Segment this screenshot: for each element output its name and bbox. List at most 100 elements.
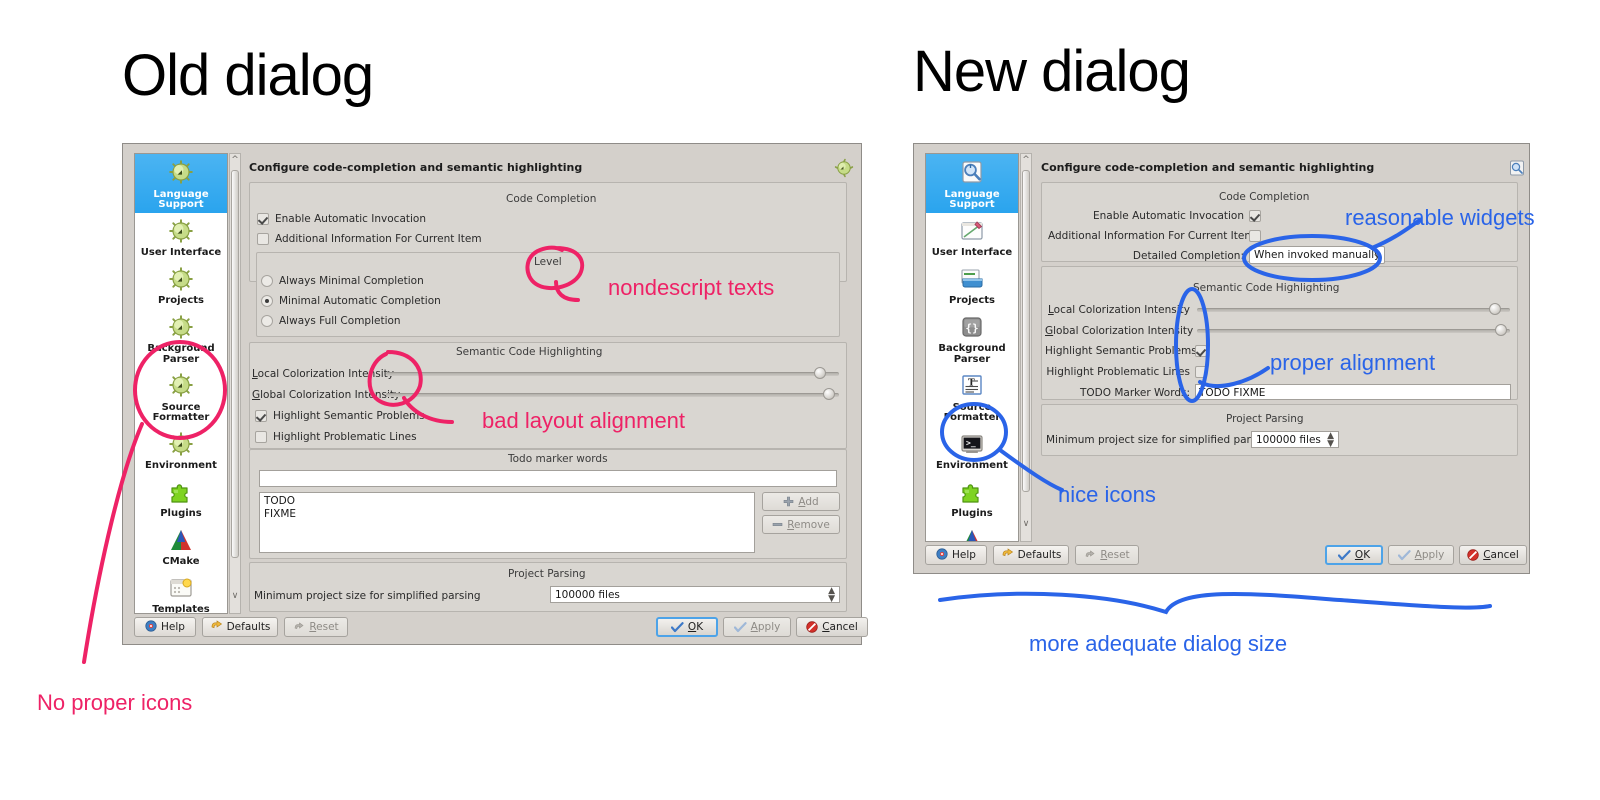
old-enable-automatic-invocation-label: Enable Automatic Invocation xyxy=(275,213,426,225)
old-radio-minimal-automatic[interactable] xyxy=(261,295,273,307)
sidebar-item-label: Background Parser xyxy=(147,343,215,365)
old-defaults-button[interactable]: Defaults xyxy=(202,617,278,637)
sidebar-item-language-support[interactable]: Language Support xyxy=(926,154,1018,213)
old-add-button[interactable]: Add xyxy=(762,492,840,511)
new-ok-button[interactable]: OK xyxy=(1325,545,1383,565)
old-global-colorization-label: Global Colorization Intensity xyxy=(252,389,401,401)
minus-icon xyxy=(772,519,783,530)
spin-arrows-icon[interactable]: ▲ ▼ xyxy=(828,587,835,602)
old-todo-input[interactable] xyxy=(259,470,837,487)
new-sidebar-scrollbar[interactable]: ^ ∨ xyxy=(1020,153,1032,542)
sidebar-item-source-formatter[interactable]: T Source Formatter xyxy=(926,367,1018,426)
slider-knob[interactable] xyxy=(1488,303,1501,315)
sidebar-item-user-interface[interactable]: User Interface xyxy=(135,213,227,261)
sidebar-item-plugins[interactable]: Plugins xyxy=(926,474,1018,522)
ui-pencil-icon xyxy=(926,218,1018,248)
sidebar-item-background-parser[interactable]: {} Background Parser xyxy=(926,309,1018,368)
old-radio-always-full-label: Always Full Completion xyxy=(279,315,401,327)
old-global-colorization-slider[interactable] xyxy=(386,388,839,400)
old-local-colorization-slider[interactable] xyxy=(386,367,839,379)
old-highlight-problematic-lines-checkbox[interactable] xyxy=(255,431,267,443)
sidebar-item-label: Source Formatter xyxy=(943,401,1001,423)
old-help-button[interactable]: Help xyxy=(134,617,196,637)
old-radio-always-minimal[interactable] xyxy=(261,275,273,287)
old-help-label: Help xyxy=(161,621,185,633)
spin-arrows-icon[interactable]: ▲ ▼ xyxy=(1327,432,1334,447)
chevron-down-icon[interactable]: ⌄ xyxy=(1372,248,1380,263)
old-reset-button[interactable]: Reset xyxy=(284,617,348,637)
scroll-up-arrow-icon[interactable]: ^ xyxy=(1021,156,1031,165)
old-additional-information-checkbox[interactable] xyxy=(257,233,269,245)
sidebar-item-language-support[interactable]: Language Support xyxy=(135,154,227,213)
new-project-parsing-spinbox[interactable]: 100000 files ▲ ▼ xyxy=(1251,431,1339,448)
sidebar-item-environment[interactable]: Environment xyxy=(135,426,227,474)
check-icon xyxy=(733,621,747,633)
old-sidebar-scrollbar[interactable]: ^ ∨ xyxy=(229,153,241,614)
new-cancel-button[interactable]: Cancel xyxy=(1459,545,1527,565)
sidebar-item-user-interface[interactable]: User Interface xyxy=(926,213,1018,261)
new-project-parsing-group-title: Project Parsing xyxy=(1226,413,1304,425)
reset-arrow-icon xyxy=(293,621,305,633)
list-item[interactable]: FIXME xyxy=(264,508,750,521)
sidebar-item-projects[interactable]: Projects xyxy=(135,261,227,309)
old-add-button-label: Add xyxy=(798,495,819,508)
new-highlight-semantic-problems-checkbox[interactable] xyxy=(1195,345,1207,357)
new-local-colorization-label: Local Colorization Intensity xyxy=(1048,304,1190,316)
list-item[interactable]: TODO xyxy=(264,495,750,508)
old-project-parsing-group-title: Project Parsing xyxy=(508,568,586,580)
sidebar-item-plugins[interactable]: Plugins xyxy=(135,474,227,522)
slider-knob[interactable] xyxy=(813,367,826,379)
old-apply-button[interactable]: Apply xyxy=(723,617,791,637)
sidebar-item-background-parser[interactable]: Background Parser xyxy=(135,309,227,368)
old-todo-listbox[interactable]: TODO FIXME xyxy=(259,492,755,553)
new-help-button[interactable]: Help xyxy=(925,545,987,565)
scroll-down-arrow-icon[interactable]: ∨ xyxy=(1021,520,1031,529)
new-reset-button[interactable]: Reset xyxy=(1075,545,1139,565)
old-remove-button[interactable]: Remove xyxy=(762,515,840,534)
new-apply-label: Apply xyxy=(1414,549,1445,561)
old-radio-always-full[interactable] xyxy=(261,315,273,327)
sidebar-item-label: Templates xyxy=(152,604,210,614)
sidebar-item-label: Plugins xyxy=(160,508,202,519)
sidebar-item-label: Projects xyxy=(157,295,204,306)
sidebar-item-cmake[interactable]: CMake xyxy=(926,522,1018,541)
sidebar-item-label: Environment xyxy=(936,460,1008,471)
slider-knob[interactable] xyxy=(822,388,835,400)
gear-ball-icon xyxy=(834,158,854,182)
new-dialog-sidebar[interactable]: Language Support User Interface Projects … xyxy=(925,153,1019,542)
new-defaults-button[interactable]: Defaults xyxy=(993,545,1069,565)
anno-proper-alignment: proper alignment xyxy=(1270,350,1436,375)
sidebar-item-templates[interactable]: Templates xyxy=(135,570,227,614)
new-dialog-heading: New dialog xyxy=(913,39,1191,104)
anno-nice-icons: nice icons xyxy=(1058,482,1156,507)
anno-nondescript-texts: nondescript texts xyxy=(608,275,775,300)
sidebar-item-projects[interactable]: Projects xyxy=(926,261,1018,309)
old-reset-label: Reset xyxy=(309,621,339,633)
sidebar-item-environment[interactable]: >_ Environment xyxy=(926,426,1018,474)
sidebar-item-source-formatter[interactable]: Source Formatter xyxy=(135,367,227,426)
scrollbar-thumb[interactable] xyxy=(231,170,239,558)
old-enable-automatic-invocation-checkbox[interactable] xyxy=(257,213,269,225)
old-highlight-semantic-problems-checkbox[interactable] xyxy=(255,410,267,422)
new-detailed-completion-combobox[interactable]: When invoked manually ⌄ xyxy=(1249,246,1385,264)
slider-knob[interactable] xyxy=(1494,324,1507,336)
sidebar-item-label: Language Support xyxy=(944,188,1000,210)
scrollbar-thumb[interactable] xyxy=(1022,170,1030,492)
new-project-parsing-value: 100000 files xyxy=(1256,434,1321,446)
new-highlight-problematic-lines-checkbox[interactable] xyxy=(1195,366,1207,378)
old-cancel-button[interactable]: Cancel xyxy=(796,617,868,637)
new-apply-button[interactable]: Apply xyxy=(1388,545,1454,565)
new-todo-marker-words-input[interactable]: TODO FIXME xyxy=(1195,384,1511,400)
sidebar-item-cmake[interactable]: CMake xyxy=(135,522,227,570)
new-enable-automatic-invocation-checkbox[interactable] xyxy=(1249,210,1261,222)
slider-track xyxy=(1197,329,1510,333)
old-ok-button[interactable]: OK xyxy=(656,617,718,637)
scroll-down-arrow-icon[interactable]: ∨ xyxy=(230,592,240,601)
undo-arrow-icon xyxy=(210,619,223,635)
new-global-colorization-slider[interactable] xyxy=(1197,324,1510,336)
old-project-parsing-spinbox[interactable]: 100000 files ▲ ▼ xyxy=(550,586,840,603)
new-local-colorization-slider[interactable] xyxy=(1197,303,1510,315)
new-additional-information-checkbox[interactable] xyxy=(1249,230,1261,242)
old-dialog-sidebar[interactable]: LanguageSupport User Interface Projects xyxy=(134,153,228,614)
scroll-up-arrow-icon[interactable]: ^ xyxy=(230,156,240,165)
